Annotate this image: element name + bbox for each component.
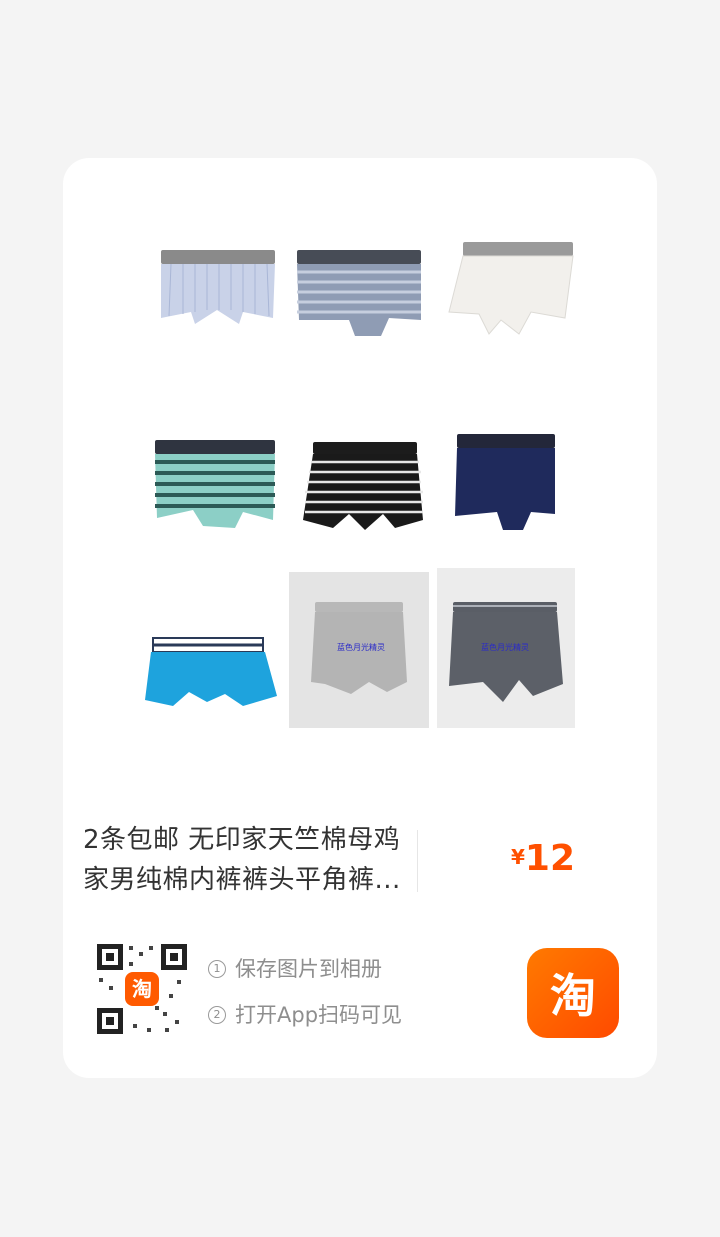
qr-logo-text: 淘 <box>132 977 152 1001</box>
product-image-bright-blue <box>143 572 283 732</box>
step-number: 2 <box>208 1006 226 1024</box>
product-price: ¥12 <box>511 838 575 879</box>
watermark-text: 蓝色月光精灵 <box>481 642 529 652</box>
step-label: 保存图片到相册 <box>235 957 382 981</box>
step-open-app: 2 打开App扫码可见 <box>208 997 402 1033</box>
product-image-green-stripe <box>143 380 283 540</box>
step-save-image: 1 保存图片到相册 <box>208 951 402 987</box>
product-title: 2条包邮 无印家天竺棉母鸡家男纯棉内裤裤头平角裤... <box>83 825 401 895</box>
product-image-dark-gray: 蓝色月光精灵 <box>437 568 575 728</box>
product-image-blue-stripe <box>291 188 431 348</box>
divider <box>417 830 418 892</box>
product-image-light-gray: 蓝色月光精灵 <box>289 572 429 728</box>
price-symbol: ¥ <box>511 845 525 869</box>
watermark-text: 蓝色月光精灵 <box>337 642 385 652</box>
product-image-black-stripe <box>291 380 431 540</box>
product-image-navy <box>439 380 579 540</box>
product-image-grid: 蓝色月光精灵 蓝色月光精灵 <box>143 188 579 740</box>
step-number: 1 <box>208 960 226 978</box>
product-image-light-blue-check <box>143 188 283 348</box>
share-card: 蓝色月光精灵 蓝色月光精灵 2条包邮 无印家天竺棉母鸡家男纯棉内裤裤头平角裤..… <box>63 158 657 1078</box>
taobao-logo-icon: 淘 <box>527 948 619 1038</box>
price-value: 12 <box>524 838 576 879</box>
qr-code: 淘 <box>93 940 191 1038</box>
scan-instructions: 1 保存图片到相册 2 打开App扫码可见 <box>208 951 402 1043</box>
product-image-white <box>439 188 579 348</box>
step-label: 打开App扫码可见 <box>235 1003 403 1027</box>
app-logo-text: 淘 <box>550 969 596 1023</box>
